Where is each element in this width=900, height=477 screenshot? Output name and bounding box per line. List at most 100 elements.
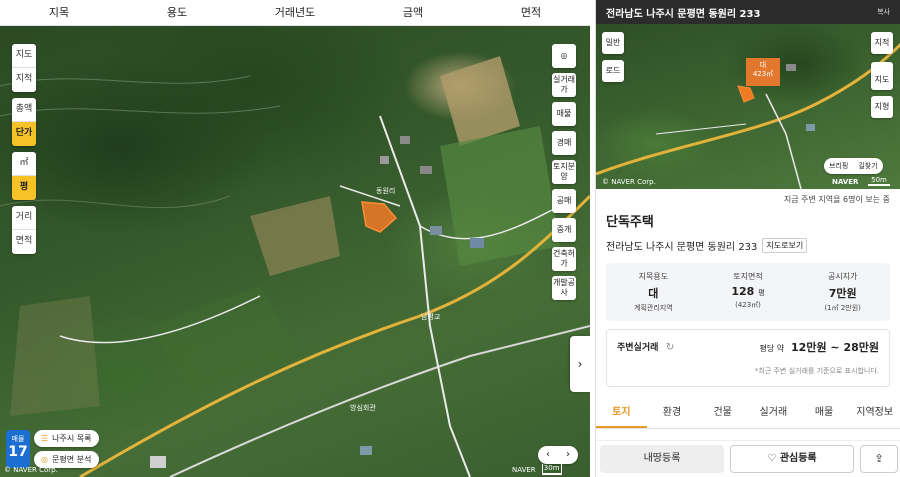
marker-jimok: 대: [759, 61, 767, 69]
unit-sqm-button[interactable]: ㎡: [12, 152, 36, 176]
stat-area-key: 토지면적: [733, 272, 763, 281]
nearby-title: 주변실거래: [617, 343, 659, 353]
listing-count-label: 매물: [11, 435, 25, 443]
layer-real-trade-button[interactable]: 실거래가: [552, 73, 576, 97]
property-stats: 지목용도 대 계획관리지역 토지면적 128 평 (423㎡) 공시지가 7만원…: [606, 263, 890, 321]
price-mode-group: 총액 단가: [12, 98, 36, 146]
mini-map-naver-logo: NAVER: [832, 178, 859, 186]
detail-panel: 전라남도 나주시 문평면 동원리 233 복사 일반 로드 지적 지도 지형 대…: [595, 0, 900, 477]
layer-land-sale-button[interactable]: 토지분양: [552, 160, 576, 184]
map-type-group: 지도 지적: [12, 44, 36, 92]
stat-official-price: 공시지가 7만원 (1㎡ 2만원): [795, 263, 890, 321]
favorite-label: 관심등록: [779, 453, 817, 464]
naver-logo: NAVER: [512, 465, 536, 474]
road-label: 남평교: [421, 313, 441, 321]
selected-parcel: [361, 201, 398, 233]
region-chips: ☰ 나주시 목록 ◎ 문평면 분석: [34, 430, 99, 468]
stat-price-key: 공시지가: [827, 272, 858, 281]
mini-map[interactable]: 일반 로드 지적 지도 지형 대 423㎡ 브리핑 길찾기 © NAVER Co…: [596, 24, 900, 189]
region-analysis-label: 문평면 분석: [51, 455, 92, 464]
stat-jimok-key: 지목용도: [638, 272, 669, 281]
price-total-button[interactable]: 총액: [12, 98, 36, 122]
stat-area-sub: (423㎡): [735, 301, 761, 309]
expand-panel-chevron-icon[interactable]: ›: [570, 336, 590, 392]
nearby-footnote: *최근 주변 실거래를 기준으로 표시합니다.: [754, 367, 879, 375]
mini-map-copyright: © NAVER Corp.: [602, 178, 656, 186]
mini-map-road-button[interactable]: 로드: [602, 60, 624, 82]
map-copyright: © NAVER Corp.: [4, 466, 58, 474]
view-on-map-button[interactable]: 지도로보기: [762, 238, 808, 253]
refresh-icon[interactable]: ↻: [666, 342, 674, 353]
layer-broker-button[interactable]: 중개: [552, 218, 576, 242]
mini-map-terrain-button[interactable]: 지형: [871, 96, 893, 118]
tab-listing[interactable]: 매물: [799, 399, 850, 428]
directions-button[interactable]: 길찾기: [853, 158, 882, 174]
stat-jimok-value: 대: [648, 287, 659, 300]
nearby-trades-card[interactable]: 주변실거래 ↻ 평당 약 12만원 ~ 28만원 *최근 주변 실거래를 기준으…: [606, 329, 890, 387]
filter-tab-area[interactable]: 면적: [472, 0, 590, 25]
layer-public-sale-button[interactable]: 공매: [552, 189, 576, 213]
panel-header: 전라남도 나주시 문평면 동원리 233 복사: [596, 0, 900, 24]
mini-map-scale: 50m: [868, 176, 890, 186]
measure-distance-button[interactable]: 거리: [12, 206, 36, 230]
price-unit-button[interactable]: 단가: [12, 122, 36, 146]
mini-map-map-button[interactable]: 지도: [871, 62, 893, 90]
briefing-button[interactable]: 브리핑: [824, 158, 853, 174]
measure-area-button[interactable]: 면적: [12, 230, 36, 254]
property-summary: 단독주택 전라남도 나주시 문평면 동원리 233 지도로보기: [596, 209, 900, 253]
copy-address-button[interactable]: 복사: [877, 7, 890, 17]
bottom-actions: 내땅등록 ♡ 관심등록 ⇪: [596, 440, 900, 477]
mini-map-cadastral-button[interactable]: 지적: [871, 32, 893, 54]
locate-icon[interactable]: ◎: [552, 44, 576, 68]
filter-tab-jimok[interactable]: 지목: [0, 0, 118, 25]
panel-address: 전라남도 나주시 문평면 동원리 233: [606, 8, 761, 20]
tab-environment[interactable]: 환경: [647, 399, 698, 428]
next-arrow-icon[interactable]: ›: [558, 446, 578, 464]
map-left-controls: 지도 지적 총액 단가 ㎡ 평 거리 면적: [12, 44, 36, 260]
map-nav-arrows: ‹ ›: [538, 446, 578, 464]
filter-bar: 지목 용도 거래년도 금액 면적: [0, 0, 590, 26]
region-list-label: 나주시 목록: [52, 434, 92, 443]
unit-pyeong-button[interactable]: 평: [12, 176, 36, 200]
listing-count-badge[interactable]: 매물 17: [6, 430, 30, 468]
favorite-button[interactable]: ♡ 관심등록: [730, 445, 854, 473]
satellite-map[interactable]: 동원리 남평교 방심회관 지도 지적 총액 단가 ㎡ 평 거리 면적 ◎ 실거래…: [0, 26, 590, 477]
property-address: 전라남도 나주시 문평면 동원리 233: [606, 242, 758, 253]
filter-tab-price[interactable]: 금액: [354, 0, 472, 25]
region-list-chip[interactable]: ☰ 나주시 목록: [34, 430, 99, 447]
layer-building-permit-button[interactable]: 건축허가: [552, 247, 576, 271]
map-footer: NAVER 30m: [512, 464, 562, 475]
viewer-notice: 지금 주변 지역을 6명이 보는 중: [783, 195, 890, 204]
tab-building[interactable]: 건물: [697, 399, 748, 428]
stat-area-value-row: 128 평: [701, 285, 796, 298]
tab-real-trade[interactable]: 실거래: [748, 399, 799, 428]
stat-price-value: 7만원: [828, 287, 857, 300]
parcel-address-label: 동원리: [376, 187, 396, 195]
map-type-map-button[interactable]: 지도: [12, 44, 36, 68]
map-overlay: [0, 56, 590, 477]
map-type-cadastral-button[interactable]: 지적: [12, 68, 36, 92]
analysis-icon: ◎: [41, 455, 48, 464]
stat-area-value: 128: [731, 285, 755, 298]
tab-land[interactable]: 토지: [596, 399, 647, 428]
layer-auction-button[interactable]: 경매: [552, 131, 576, 155]
layer-development-button[interactable]: 개발공사: [552, 276, 576, 300]
prev-arrow-icon[interactable]: ‹: [538, 446, 558, 464]
marker-area: 423㎡: [752, 70, 774, 78]
heart-icon: ♡: [767, 453, 777, 464]
share-icon[interactable]: ⇪: [860, 445, 898, 473]
area-unit-group: ㎡ 평: [12, 152, 36, 200]
measure-group: 거리 면적: [12, 206, 36, 254]
listing-count-value: 17: [8, 444, 28, 460]
mini-map-normal-button[interactable]: 일반: [602, 32, 624, 54]
filter-tab-usage[interactable]: 용도: [118, 0, 236, 25]
register-my-land-button[interactable]: 내땅등록: [600, 445, 724, 473]
nearby-price: 평당 약 12만원 ~ 28만원: [760, 339, 879, 355]
filter-tab-year[interactable]: 거래년도: [236, 0, 354, 25]
parcel-marker[interactable]: 대 423㎡: [746, 58, 780, 86]
tab-region-info[interactable]: 지역정보: [849, 399, 900, 428]
map-scale: 30m: [541, 464, 562, 475]
property-address-row: 전라남도 나주시 문평면 동원리 233 지도로보기: [606, 238, 890, 253]
layer-listing-button[interactable]: 매물: [552, 102, 576, 126]
stat-area: 토지면적 128 평 (423㎡): [701, 263, 796, 321]
